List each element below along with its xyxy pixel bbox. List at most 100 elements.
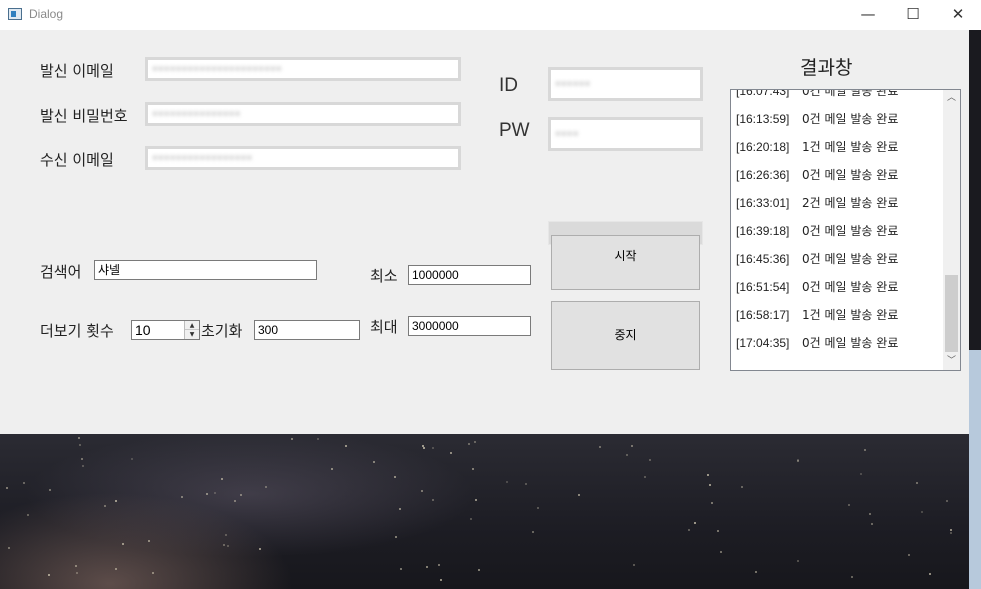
wallpaper-star	[6, 487, 8, 489]
min-input[interactable]: 1000000	[408, 265, 531, 285]
sender-email-field[interactable]: ••••••••••••••••••••••	[145, 57, 461, 81]
pw-value: ••••	[555, 129, 579, 140]
min-label: 최소	[370, 267, 398, 285]
wallpaper-star	[423, 447, 425, 449]
pw-label: PW	[499, 120, 530, 141]
list-item[interactable]: [16:20:18] 1건 메일 발송 완료	[731, 133, 943, 161]
stop-button[interactable]: 중지	[551, 301, 700, 370]
wallpaper-star	[871, 523, 873, 525]
wallpaper-star	[468, 443, 470, 445]
list-item-time: [16:58:17]	[736, 308, 790, 322]
start-button[interactable]: 시작	[551, 235, 700, 290]
list-item[interactable]: [16:07:43] 0건 메일 발송 완료	[731, 90, 943, 105]
wallpaper-star	[537, 507, 539, 509]
wallpaper-star	[223, 544, 225, 546]
id-value: ••••••	[555, 79, 591, 90]
minimize-button[interactable]: —	[845, 0, 891, 30]
reset-input[interactable]: 300	[254, 320, 360, 340]
scrollbar-thumb[interactable]	[945, 275, 958, 352]
wallpaper-star	[421, 490, 423, 492]
wallpaper-star	[864, 449, 866, 451]
wallpaper-star	[633, 564, 635, 566]
id-field[interactable]: ••••••	[548, 67, 703, 101]
list-item-time: [16:39:18]	[736, 224, 790, 238]
list-item[interactable]: [16:13:59] 0건 메일 발송 완료	[731, 105, 943, 133]
wallpaper-star	[916, 482, 918, 484]
list-item[interactable]: [16:26:36] 0건 메일 발송 완료	[731, 161, 943, 189]
list-item[interactable]: [16:45:36] 0건 메일 발송 완료	[731, 245, 943, 273]
list-item-text: 0건 메일 발송 완료	[802, 168, 899, 182]
wallpaper-star	[472, 468, 474, 470]
more-count-stepper[interactable]: 10 ▲ ▼	[131, 320, 200, 340]
sender-password-field[interactable]: •••••••••••••••	[145, 102, 461, 126]
sender-email-value: ••••••••••••••••••••••	[152, 64, 282, 75]
wallpaper-star	[432, 447, 434, 449]
wallpaper-star	[475, 499, 477, 501]
wallpaper-star	[848, 504, 850, 506]
list-item[interactable]: [17:04:35] 0건 메일 발송 완료	[731, 329, 943, 357]
wallpaper-star	[81, 458, 83, 460]
list-item-text: 2건 메일 발송 완료	[802, 196, 899, 210]
list-item[interactable]: [16:58:17] 1건 메일 발송 완료	[731, 301, 943, 329]
wallpaper-star	[426, 566, 428, 568]
wallpaper-star	[148, 540, 150, 542]
wallpaper-star	[741, 486, 743, 488]
wallpaper-star	[921, 511, 923, 513]
list-item[interactable]: [16:51:54] 0건 메일 발송 완료	[731, 273, 943, 301]
recipient-email-field[interactable]: •••••••••••••••••	[145, 146, 461, 170]
close-button[interactable]: ✕	[935, 0, 981, 30]
wallpaper-star	[399, 508, 401, 510]
wallpaper-star	[860, 473, 862, 475]
list-item-time: [16:26:36]	[736, 168, 790, 182]
results-title: 결과창	[800, 57, 853, 79]
max-input[interactable]: 3000000	[408, 316, 531, 336]
wallpaper-star	[152, 572, 154, 574]
results-scrollbar[interactable]: ︿ ﹀	[943, 90, 960, 370]
more-count-label: 더보기 횟수	[40, 322, 114, 340]
maximize-button[interactable]: ☐	[890, 0, 936, 30]
window-title: Dialog	[29, 7, 64, 21]
title-bar[interactable]: Dialog — ☐ ✕	[0, 0, 981, 30]
wallpaper-star	[478, 569, 480, 571]
results-list-items: [16:07:43] 0건 메일 발송 완료 [16:13:59] 0건 메일 발송 …	[731, 90, 943, 357]
scroll-up-icon[interactable]: ︿	[943, 90, 960, 107]
wallpaper-star	[115, 500, 117, 502]
list-item[interactable]: [16:39:18] 0건 메일 발송 완료	[731, 217, 943, 245]
wallpaper-star	[506, 481, 508, 483]
stepper-up-icon[interactable]: ▲	[185, 321, 199, 330]
list-item-text: 1건 메일 발송 완료	[802, 140, 899, 154]
search-input[interactable]: 샤넬	[94, 260, 317, 280]
wallpaper-star	[525, 483, 527, 485]
wallpaper-star	[851, 576, 853, 578]
wallpaper-star	[532, 531, 534, 533]
desktop-side-strip	[969, 350, 981, 589]
stepper-down-icon[interactable]: ▼	[185, 330, 199, 339]
id-label: ID	[499, 75, 518, 96]
wallpaper-star	[78, 437, 80, 439]
scroll-down-icon[interactable]: ﹀	[943, 353, 960, 370]
wallpaper-star	[331, 468, 333, 470]
more-count-value: 10	[135, 322, 151, 338]
wallpaper-star	[23, 482, 25, 484]
wallpaper-star	[432, 499, 434, 501]
wallpaper-star	[797, 460, 799, 462]
wallpaper-star	[394, 476, 396, 478]
wallpaper-star	[717, 530, 719, 532]
wallpaper-star	[450, 452, 452, 454]
wallpaper-star	[929, 573, 931, 575]
list-item-text: 0건 메일 발송 완료	[802, 252, 899, 266]
wallpaper-star	[644, 476, 646, 478]
wallpaper-star	[626, 454, 628, 456]
stepper-buttons: ▲ ▼	[184, 321, 199, 339]
wallpaper-star	[234, 500, 236, 502]
results-list[interactable]: [16:07:43] 0건 메일 발송 완료 [16:13:59] 0건 메일 발송 …	[730, 89, 961, 371]
wallpaper-star	[75, 565, 77, 567]
wallpaper-star	[707, 474, 709, 476]
wallpaper-star	[291, 438, 293, 440]
wallpaper-star	[82, 465, 84, 467]
wallpaper-star	[438, 564, 440, 566]
wallpaper-star	[206, 493, 208, 495]
list-item[interactable]: [16:33:01] 2건 메일 발송 완료	[731, 189, 943, 217]
wallpaper-star	[76, 572, 78, 574]
pw-field[interactable]: ••••	[548, 117, 703, 151]
